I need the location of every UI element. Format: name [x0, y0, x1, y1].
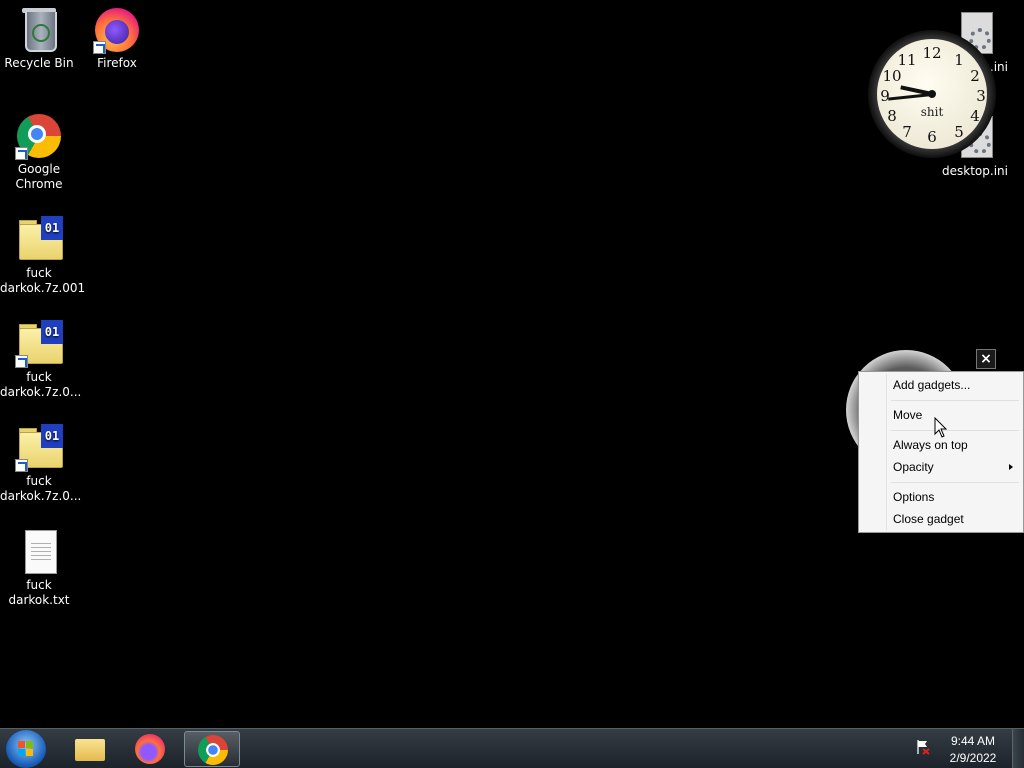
menu-separator [891, 400, 1019, 401]
clock-label: shit [920, 105, 944, 119]
mouse-cursor-icon [934, 417, 948, 438]
clock-date: 2/9/2022 [949, 751, 997, 765]
desktop-icon-label: desktop.ini [942, 164, 1008, 178]
menu-item-add-gadgets[interactable]: Add gadgets... [861, 374, 1021, 396]
7z-archive-icon: 01 [15, 424, 63, 472]
firefox-icon [93, 6, 141, 54]
submenu-arrow-icon [1009, 464, 1013, 470]
show-desktop-button[interactable] [1012, 729, 1024, 768]
menu-item-opacity[interactable]: Opacity [861, 456, 1021, 478]
clock-number: 11 [897, 51, 917, 69]
gadget-close-button[interactable]: × [976, 349, 996, 369]
clock-number: 10 [882, 67, 902, 85]
taskbar-clock[interactable]: 9:44 AM 2/9/2022 [938, 733, 1008, 767]
windows-explorer-icon [75, 739, 105, 761]
chrome-icon [15, 112, 63, 160]
taskbar-chrome[interactable] [184, 731, 240, 767]
desktop-icon-label: fuck darkok.7z.0... [0, 474, 82, 503]
start-button[interactable] [6, 730, 46, 768]
desktop-icon-label: Recycle Bin [4, 56, 74, 70]
desktop-icon-label: Firefox [97, 56, 137, 70]
desktop-icon-text-file[interactable]: fuck darkok.txt [0, 522, 78, 608]
clock-time: 9:44 AM [950, 734, 996, 748]
menu-item-options[interactable]: Options [861, 486, 1021, 508]
clock-number: 5 [954, 123, 964, 141]
clock-number: 12 [922, 44, 942, 62]
taskbar: 9:44 AM 2/9/2022 [0, 728, 1024, 768]
chrome-icon [198, 735, 228, 765]
action-center-flag-icon[interactable] [915, 739, 931, 755]
gadget-context-menu: Add gadgets... Move Always on top Opacit… [858, 371, 1024, 533]
desktop-icon-7z-003[interactable]: 01 fuck darkok.7z.0... [0, 418, 82, 504]
taskbar-firefox[interactable] [122, 731, 178, 767]
recycle-bin-icon [15, 6, 63, 54]
desktop-icon-recycle-bin[interactable]: Recycle Bin [0, 0, 78, 71]
desktop[interactable]: Recycle Bin Firefox Google Chrome 01 fuc… [0, 0, 1024, 728]
desktop-icon-label: fuck darkok.7z.001 [0, 266, 86, 295]
clock-number: 6 [927, 128, 937, 146]
desktop-icon-label: Google Chrome [15, 162, 63, 191]
desktop-icon-7z-001[interactable]: 01 fuck darkok.7z.001 [0, 210, 86, 296]
clock-number: 3 [976, 87, 986, 105]
7z-archive-icon: 01 [15, 320, 63, 368]
menu-item-close-gadget[interactable]: Close gadget [861, 508, 1021, 530]
desktop-icon-google-chrome[interactable]: Google Chrome [0, 106, 78, 192]
firefox-icon [135, 734, 165, 764]
desktop-icon-7z-002[interactable]: 01 fuck darkok.7z.0... [0, 314, 82, 400]
windows-logo-icon [18, 741, 34, 757]
clock-number: 2 [970, 67, 980, 85]
clock-hub [928, 90, 936, 98]
menu-separator [891, 430, 1019, 431]
clock-gadget[interactable]: 12 1 2 3 4 5 6 7 8 9 10 11 shit [868, 30, 996, 158]
clock-face: 12 1 2 3 4 5 6 7 8 9 10 11 shit [877, 39, 987, 149]
text-file-icon [15, 528, 63, 576]
7z-archive-icon: 01 [15, 216, 63, 264]
menu-separator [891, 482, 1019, 483]
desktop-icon-firefox[interactable]: Firefox [78, 0, 156, 71]
clock-number: 9 [880, 87, 890, 105]
desktop-icon-label: fuck darkok.txt [8, 578, 70, 607]
desktop-icon-label: fuck darkok.7z.0... [0, 370, 82, 399]
clock-number: 7 [902, 123, 912, 141]
taskbar-windows-explorer[interactable] [62, 731, 118, 767]
